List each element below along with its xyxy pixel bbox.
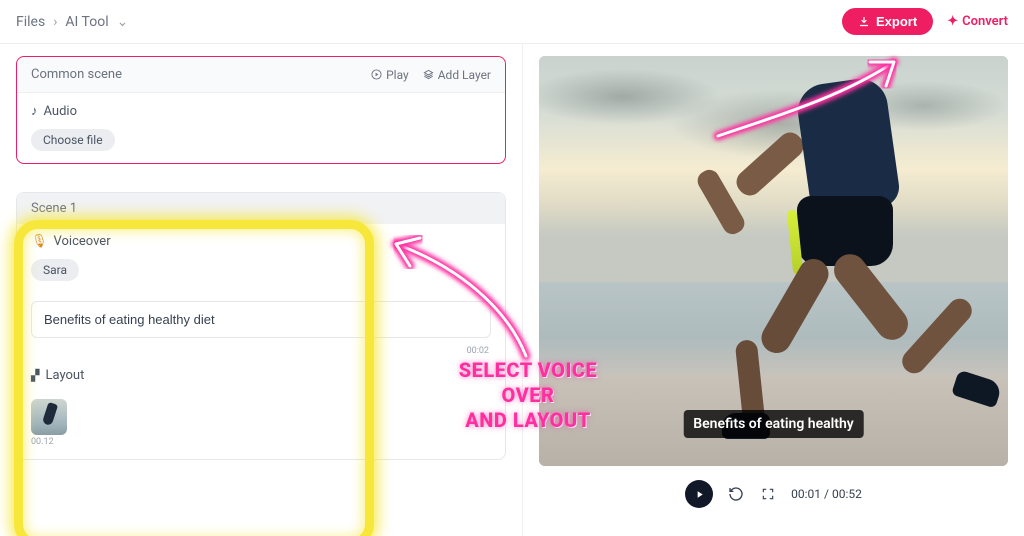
- topbar: Files › AI Tool ⌄ Export ✦ Convert: [0, 0, 1024, 44]
- voiceover-section: 🎙 Voiceover: [17, 224, 505, 259]
- chevron-down-icon[interactable]: ⌄: [117, 14, 129, 30]
- text-timecode: 00:02: [17, 346, 505, 364]
- add-layer-button[interactable]: Add Layer: [423, 68, 491, 82]
- play-button[interactable]: [685, 480, 713, 508]
- replay-icon: [728, 486, 744, 502]
- preview-caption: Benefits of eating healthy: [683, 410, 864, 438]
- audio-section: ♪ Audio: [17, 93, 505, 129]
- main: Common scene Play Add Layer ♪ Audio Choo…: [0, 44, 1024, 536]
- video-preview[interactable]: Benefits of eating healthy: [539, 56, 1008, 466]
- preview-runner: [698, 81, 989, 442]
- breadcrumb: Files › AI Tool ⌄: [16, 14, 128, 30]
- fullscreen-icon: [761, 487, 775, 501]
- layout-section: ▞ Layout: [17, 364, 505, 393]
- common-scene-panel[interactable]: Common scene Play Add Layer ♪ Audio Choo…: [16, 56, 506, 164]
- fullscreen-button[interactable]: [759, 485, 777, 503]
- choose-file-button[interactable]: Choose file: [31, 129, 115, 151]
- panel-header: Common scene Play Add Layer: [17, 57, 505, 93]
- sparkle-icon: ✦: [947, 14, 958, 29]
- microphone-icon: 🎙: [31, 234, 48, 249]
- convert-label: Convert: [962, 14, 1008, 29]
- layout-timecode: 00.12: [31, 437, 491, 447]
- audio-label: Audio: [44, 104, 77, 119]
- convert-button[interactable]: ✦ Convert: [947, 14, 1008, 29]
- voiceover-label: Voiceover: [54, 234, 111, 249]
- export-button[interactable]: Export: [842, 8, 933, 35]
- left-panel: Common scene Play Add Layer ♪ Audio Choo…: [0, 44, 522, 536]
- play-icon: [371, 69, 382, 80]
- header-actions: Export ✦ Convert: [842, 8, 1008, 35]
- layout-thumbnail[interactable]: [31, 399, 67, 435]
- play-icon: [694, 489, 705, 500]
- layout-label: Layout: [45, 368, 84, 383]
- download-icon: [858, 16, 870, 28]
- player-time: 00:01 / 00:52: [791, 487, 862, 501]
- voice-select[interactable]: Sara: [31, 259, 79, 281]
- breadcrumb-current[interactable]: AI Tool: [65, 14, 108, 30]
- export-label: Export: [876, 14, 917, 29]
- scene-1-panel[interactable]: Scene 1 🎙 Voiceover Sara 00:02 ▞ Layout …: [16, 192, 506, 460]
- panel-actions: Play Add Layer: [371, 68, 491, 82]
- scene-title: Scene 1: [17, 193, 505, 224]
- breadcrumb-root[interactable]: Files: [16, 14, 45, 30]
- chevron-right-icon: ›: [53, 14, 57, 30]
- common-scene-title: Common scene: [31, 67, 122, 82]
- layers-icon: [423, 69, 434, 80]
- scene-text-input[interactable]: [31, 301, 491, 338]
- player-controls: 00:01 / 00:52: [539, 480, 1008, 508]
- music-note-icon: ♪: [31, 103, 38, 119]
- right-panel: Benefits of eating healthy 00:01 / 00:52: [522, 44, 1024, 536]
- layout-icon: ▞: [31, 369, 39, 382]
- play-button[interactable]: Play: [371, 68, 409, 82]
- replay-button[interactable]: [727, 485, 745, 503]
